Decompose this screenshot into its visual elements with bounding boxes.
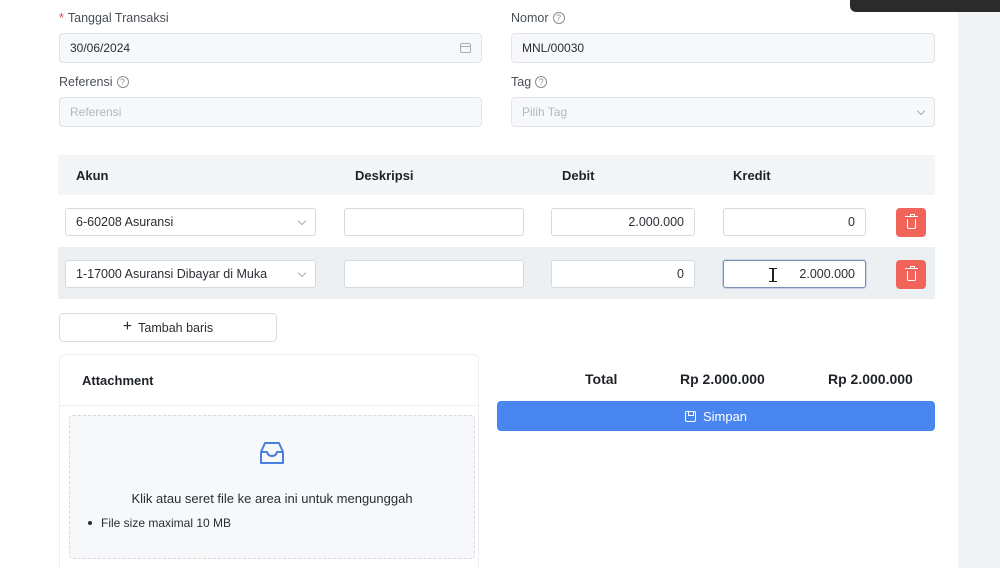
referensi-field[interactable] bbox=[59, 97, 482, 127]
help-icon[interactable]: ? bbox=[552, 12, 565, 24]
total-kredit: Rp 2.000.000 bbox=[828, 371, 913, 387]
bullet-dot bbox=[88, 521, 92, 525]
journal-table-header: Akun Deskripsi Debit Kredit bbox=[58, 155, 935, 195]
text-cursor-icon bbox=[769, 268, 777, 282]
tag-select[interactable] bbox=[511, 97, 935, 127]
upload-dropzone[interactable]: Klik atau seret file ke area ini untuk m… bbox=[69, 415, 475, 559]
akun-select[interactable]: 6-60208 Asuransi bbox=[65, 208, 316, 236]
referensi-label-text: Referensi bbox=[59, 75, 113, 89]
kredit-input-focused[interactable]: 2.000.000 bbox=[723, 260, 866, 288]
tag-label: Tag ? bbox=[511, 75, 548, 89]
nomor-input[interactable] bbox=[522, 41, 924, 55]
tag-input[interactable] bbox=[522, 105, 918, 119]
trash-icon bbox=[904, 213, 918, 229]
inbox-icon bbox=[260, 442, 284, 464]
nomor-field[interactable] bbox=[511, 33, 935, 63]
trash-icon bbox=[904, 265, 918, 281]
file-size-hint: File size maximal 10 MB bbox=[88, 516, 231, 530]
debit-input[interactable]: 2.000.000 bbox=[551, 208, 695, 236]
deskripsi-input[interactable] bbox=[344, 208, 524, 236]
akun-value: 1-17000 Asuransi Dibayar di Muka bbox=[76, 267, 268, 281]
save-label: Simpan bbox=[702, 408, 748, 424]
tanggal-input[interactable] bbox=[70, 41, 460, 55]
dropzone-text: Klik atau seret file ke area ini untuk m… bbox=[131, 491, 413, 506]
save-icon bbox=[684, 410, 696, 422]
header-deskripsi: Deskripsi bbox=[355, 168, 414, 183]
referensi-input[interactable] bbox=[70, 105, 471, 119]
kredit-input[interactable]: 0 bbox=[723, 208, 866, 236]
header-debit: Debit bbox=[562, 168, 595, 183]
akun-value: 6-60208 Asuransi bbox=[76, 215, 174, 229]
header-kredit: Kredit bbox=[733, 168, 771, 183]
debit-input[interactable]: 0 bbox=[551, 260, 695, 288]
chevron-down-icon bbox=[297, 216, 307, 225]
tanggal-label: * Tanggal Transaksi bbox=[59, 11, 169, 25]
plus-icon: + bbox=[122, 317, 133, 335]
help-icon[interactable]: ? bbox=[116, 76, 129, 88]
table-row: 1-17000 Asuransi Dibayar di Muka 0 2.000… bbox=[58, 247, 935, 299]
add-row-button[interactable]: + Tambah baris bbox=[59, 313, 277, 342]
journal-form-card: * Tanggal Transaksi Nomor ? Referensi ? … bbox=[0, 0, 958, 568]
delete-row-button[interactable] bbox=[896, 260, 926, 289]
chevron-down-icon bbox=[297, 268, 307, 277]
table-row: 6-60208 Asuransi 2.000.000 0 bbox=[58, 195, 935, 247]
nomor-label-text: Nomor bbox=[511, 11, 549, 25]
referensi-label: Referensi ? bbox=[59, 75, 129, 89]
calendar-icon[interactable] bbox=[460, 43, 471, 53]
delete-row-button[interactable] bbox=[896, 208, 926, 237]
deskripsi-input[interactable] bbox=[344, 260, 524, 288]
akun-select[interactable]: 1-17000 Asuransi Dibayar di Muka bbox=[65, 260, 316, 288]
tanggal-field[interactable] bbox=[59, 33, 482, 63]
header-akun: Akun bbox=[76, 168, 109, 183]
save-button[interactable]: Simpan bbox=[497, 401, 935, 431]
page-background-rail bbox=[958, 0, 1000, 568]
add-row-label: Tambah baris bbox=[138, 320, 214, 335]
chevron-down-icon bbox=[916, 106, 926, 115]
help-icon[interactable]: ? bbox=[535, 76, 548, 88]
kredit-value: 2.000.000 bbox=[799, 267, 855, 281]
window-edge bbox=[850, 0, 1000, 12]
divider bbox=[60, 405, 478, 406]
total-debit: Rp 2.000.000 bbox=[680, 371, 765, 387]
file-size-hint-text: File size maximal 10 MB bbox=[101, 516, 232, 530]
tanggal-label-text: Tanggal Transaksi bbox=[67, 11, 169, 25]
total-label: Total bbox=[585, 371, 618, 387]
nomor-label: Nomor ? bbox=[511, 11, 565, 25]
tag-label-text: Tag bbox=[511, 75, 532, 89]
required-mark: * bbox=[59, 11, 64, 25]
attachment-panel: Attachment Klik atau seret file ke area … bbox=[59, 354, 479, 568]
attachment-title: Attachment bbox=[82, 373, 154, 388]
